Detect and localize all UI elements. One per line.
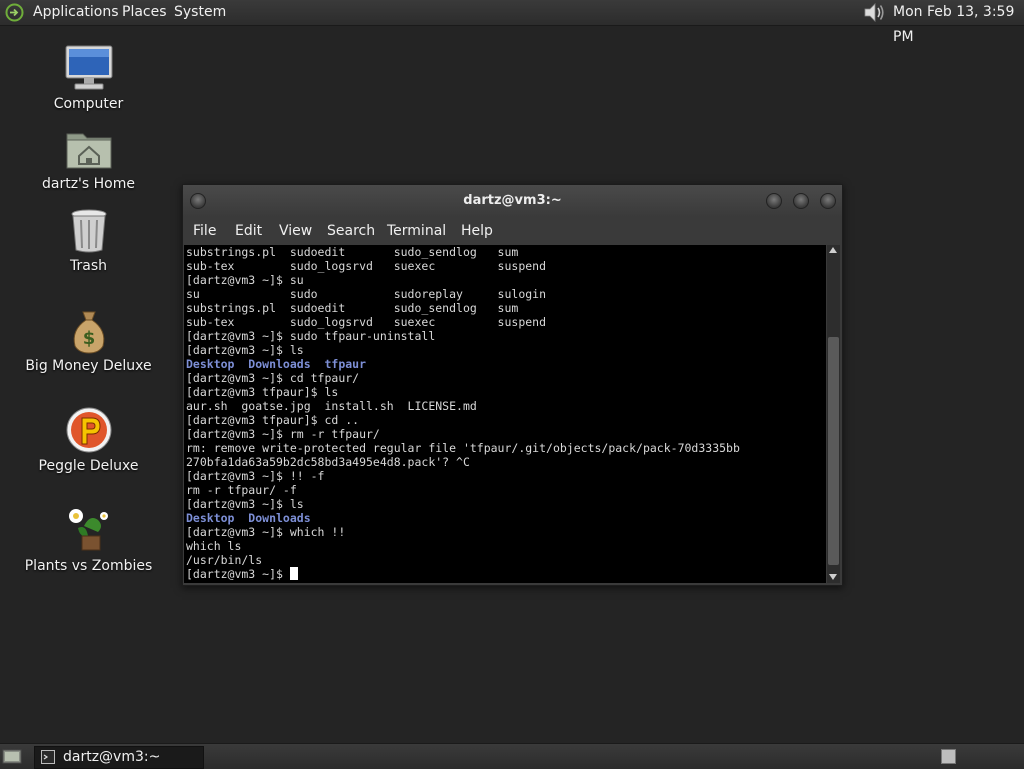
desktop-icon-big-money[interactable]: $ Big Money Deluxe [20,308,157,374]
terminal-window[interactable]: dartz@vm3:~ File Edit View Search Termin… [182,184,843,586]
terminal-line: [dartz@vm3 ~]$ which !! [186,525,346,539]
terminal-line: 270bfa1da63a59b2dc58bd3a495e4d8.pack'? ^… [186,455,470,469]
bottom-panel: dartz@vm3:~ [0,743,1024,769]
terminal-line: [dartz@vm3 ~]$ rm -r tfpaur/ [186,427,380,441]
terminal-line: [dartz@vm3 ~]$ !! -f [186,469,325,483]
svg-text:$: $ [82,328,95,349]
menu-search[interactable]: Search [327,217,375,245]
terminal-line: /usr/bin/ls [186,553,263,567]
terminal-cursor [289,567,298,580]
taskbar-button-terminal[interactable]: dartz@vm3:~ [34,746,204,769]
desktop-icon-label: Trash [70,258,107,274]
maximize-icon[interactable] [793,193,809,209]
menu-view[interactable]: View [279,217,312,245]
scroll-up-arrow-icon[interactable] [829,247,837,253]
terminal-line: rm: remove write-protected regular file … [186,441,740,455]
taskbar-label: dartz@vm3:~ [63,749,161,765]
terminal-text: substrings.pl sudoedit sudo_sendlog sum … [184,245,826,581]
terminal-line: [dartz@vm3 ~]$ cd tfpaur/ [186,371,360,385]
terminal-menubar: File Edit View Search Terminal Help [183,217,842,245]
terminal-line: [dartz@vm3 ~]$ ls [186,343,304,357]
top-panel: Applications Places System Mon Feb 13, 3… [0,0,1024,45]
terminal-line: Desktop Downloads tfpaur [186,357,367,371]
terminal-line: sub-tex sudo_logsrvd suexec suspend [186,259,547,273]
desktop-icon-label: Peggle Deluxe [38,458,139,474]
desktop-icon-plants-vs-zombies[interactable]: Plants vs Zombies [20,506,157,574]
menu-terminal[interactable]: Terminal [387,217,446,245]
workspace-switcher[interactable] [941,749,956,764]
terminal-line: [dartz@vm3 tfpaur]$ cd .. [186,413,360,427]
window-titlebar[interactable]: dartz@vm3:~ [183,185,842,217]
terminal-line: [dartz@vm3 ~]$ ls [186,497,304,511]
terminal-output[interactable]: substrings.pl sudoedit sudo_sendlog sum … [184,245,826,583]
terminal-line: su sudo sudoreplay sulogin [186,287,547,301]
terminal-scrollbar[interactable] [827,245,840,583]
distro-logo-icon[interactable] [5,3,24,22]
close-icon[interactable] [820,193,836,209]
peggle-icon [66,407,111,453]
menu-applications[interactable]: Applications [33,0,119,25]
minimize-icon[interactable] [766,193,782,209]
terminal-line: [dartz@vm3 ~]$ [186,567,290,581]
terminal-line: which ls [186,539,242,553]
desktop-icon-home[interactable]: dartz's Home [20,128,157,192]
desktop-icon-label: Plants vs Zombies [24,558,153,574]
scrollbar-thumb[interactable] [828,337,839,565]
clock[interactable]: Mon Feb 13, 3:59 PM [893,0,1024,45]
terminal-line: Desktop Downloads [186,511,311,525]
window-title: dartz@vm3:~ [463,193,562,208]
terminal-line: substrings.pl sudoedit sudo_sendlog sum [186,301,519,315]
terminal-line: sub-tex sudo_logsrvd suexec suspend [186,315,547,329]
menu-system[interactable]: System [174,0,226,25]
menu-file[interactable]: File [193,217,216,245]
menu-places[interactable]: Places [122,0,167,25]
plants-vs-zombies-icon [68,509,108,551]
desktop-icon-peggle[interactable]: Peggle Deluxe [20,406,157,474]
scroll-down-arrow-icon[interactable] [829,574,837,580]
menu-edit[interactable]: Edit [235,217,262,245]
terminal-line: substrings.pl sudoedit sudo_sendlog sum [186,245,519,259]
volume-icon[interactable] [862,2,886,23]
terminal-line: rm -r tfpaur/ -f [186,483,297,497]
terminal-line: [dartz@vm3 tfpaur]$ ls [186,385,339,399]
money-bag-icon: $ [73,311,104,354]
terminal-icon [41,750,55,764]
desktop-icon-label: Big Money Deluxe [25,358,152,374]
terminal-line: [dartz@vm3 ~]$ sudo tfpaur-uninstall [186,329,436,343]
desktop-icon-trash[interactable]: Trash [20,208,157,274]
desktop-icon-label: Computer [53,96,124,112]
home-folder-icon [66,133,111,169]
terminal-line: [dartz@vm3 ~]$ su [186,273,304,287]
desktop-icon-computer[interactable]: Computer [20,44,157,112]
trash-icon [71,209,106,253]
desktop-icon-label: dartz's Home [42,176,135,192]
computer-icon [65,45,112,90]
show-desktop-icon[interactable] [2,748,22,765]
menu-help[interactable]: Help [461,217,493,245]
terminal-line: aur.sh goatse.jpg install.sh LICENSE.md [186,399,477,413]
